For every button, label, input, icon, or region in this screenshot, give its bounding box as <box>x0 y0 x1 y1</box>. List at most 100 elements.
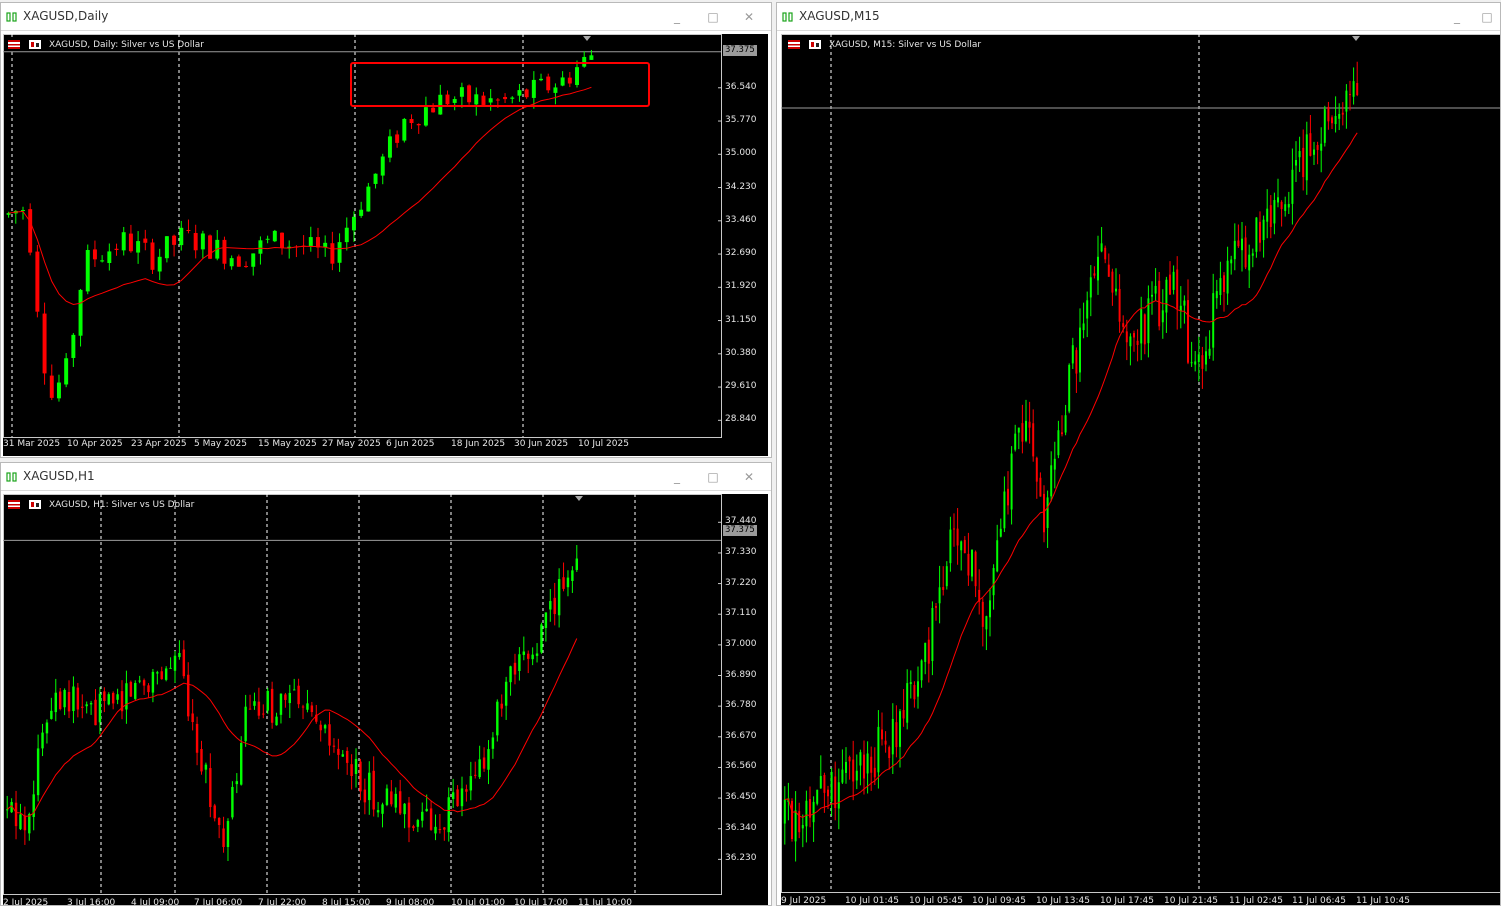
h1-candle-body <box>540 624 543 653</box>
close-button[interactable]: ✕ <box>735 467 763 487</box>
m15-candle-body <box>888 747 891 759</box>
h1-candle-body <box>412 826 415 829</box>
m15-candle-body <box>902 710 905 719</box>
m15-candle-body <box>881 729 883 740</box>
m15-candle-body <box>1316 144 1319 150</box>
price-chart-h1[interactable] <box>3 494 768 906</box>
h1-price-level-label: 36.780 <box>725 700 757 711</box>
m15-candle-body <box>942 587 945 590</box>
h1-candle-body <box>231 786 234 818</box>
chart-area-daily[interactable]: XAGUSD, Daily: Silver vs US Dollar 37.37… <box>3 34 768 456</box>
chart-window-m15[interactable]: XAGUSD,M15 _ □ XAGUSD, M15: Silver vs US… <box>776 2 1501 906</box>
daily-candle-body <box>280 232 284 248</box>
daily-candle-body <box>589 55 594 60</box>
chart-window-daily[interactable]: XAGUSD,Daily _ □ ✕ XAGUSD, Daily: Silver… <box>0 2 772 458</box>
h1-time-label: 7 Jul 22:00 <box>258 898 307 906</box>
m15-candle-body <box>1079 327 1081 373</box>
m15-candle-body <box>1176 269 1179 309</box>
m15-time-label: 10 Jul 13:45 <box>1036 896 1090 906</box>
h1-candle-body <box>341 754 344 757</box>
minimize-button[interactable]: _ <box>1443 7 1471 27</box>
m15-candle-body <box>985 616 988 630</box>
m15-candle-body <box>1154 285 1157 294</box>
chart-area-m15[interactable]: XAGUSD, M15: Silver vs US Dollar 9 Jul 2… <box>781 34 1501 906</box>
h1-candle-body <box>235 781 239 785</box>
daily-candle-body <box>402 118 407 141</box>
daily-time-label: 18 Jun 2025 <box>451 439 506 449</box>
chart-window-h1[interactable]: XAGUSD,H1 _ □ ✕ XAGUSD, H1: Silver vs US… <box>0 462 772 906</box>
m15-candle-body <box>1046 497 1049 528</box>
daily-time-label: 27 May 2025 <box>322 439 381 449</box>
m15-candle-body <box>1223 275 1225 292</box>
m15-candle-body <box>1097 256 1099 281</box>
h1-candle-body <box>376 810 380 813</box>
maximize-button[interactable]: □ <box>1473 7 1500 27</box>
chart-area-h1[interactable]: XAGUSD, H1: Silver vs US Dollar 37.375 3… <box>3 494 768 906</box>
daily-candle-body <box>409 119 414 124</box>
daily-candle-body <box>366 186 371 212</box>
h1-price-level-label: 36.340 <box>725 822 757 833</box>
daily-candle-body <box>251 253 256 267</box>
m15-candle-body <box>949 529 952 564</box>
m15-candle-body <box>1032 423 1035 457</box>
h1-price-level-label: 37.440 <box>725 516 757 527</box>
minimize-button[interactable]: _ <box>663 7 691 27</box>
symbol-chart-icon <box>29 500 41 509</box>
close-button[interactable]: ✕ <box>735 7 763 27</box>
m15-candle-body <box>1064 415 1067 433</box>
window-titlebar-daily[interactable]: XAGUSD,Daily _ □ ✕ <box>1 3 771 31</box>
daily-candle-body <box>445 94 450 105</box>
m15-candle-body <box>873 767 876 778</box>
symbol-chart-icon <box>29 40 41 49</box>
window-title: XAGUSD,Daily <box>23 9 109 23</box>
m15-candle-body <box>1215 291 1218 299</box>
h1-candle-body <box>390 791 393 805</box>
h1-candle-body <box>191 713 194 723</box>
m15-candle-body <box>877 726 880 773</box>
daily-candle-body <box>373 173 378 184</box>
h1-candle-body <box>350 764 353 777</box>
m15-candle-body <box>1233 240 1236 260</box>
h1-candle-body <box>354 758 358 774</box>
m15-candle-body <box>1190 362 1193 364</box>
daily-plot-border <box>3 34 722 438</box>
h1-candle-body <box>513 662 517 675</box>
m15-candle-body <box>1122 323 1125 327</box>
window-titlebar-m15[interactable]: XAGUSD,M15 _ □ <box>777 3 1500 31</box>
h1-candle-body <box>209 768 212 808</box>
daily-price-level-label: 31.150 <box>725 314 757 325</box>
m15-candle-body <box>1061 432 1063 435</box>
m15-candle-body <box>863 754 865 779</box>
maximize-button[interactable]: □ <box>699 7 727 27</box>
h1-time-label: 11 Jul 10:00 <box>578 898 632 906</box>
daily-candle-body <box>316 237 320 248</box>
m15-time-label: 10 Jul 17:45 <box>1100 896 1154 906</box>
price-chart-daily[interactable] <box>3 34 768 456</box>
m15-candle-body <box>1100 243 1103 252</box>
daily-candle-body <box>85 250 90 292</box>
daily-candle-body <box>539 78 544 81</box>
h1-candle-body <box>504 681 508 706</box>
m15-candle-body <box>1071 345 1074 364</box>
m15-candle-body <box>953 528 955 530</box>
m15-time-label: 10 Jul 01:45 <box>845 896 899 906</box>
h1-candle-body <box>496 701 499 736</box>
m15-moving-average-line <box>784 132 1358 818</box>
window-titlebar-h1[interactable]: XAGUSD,H1 _ □ ✕ <box>1 463 771 491</box>
minimize-button[interactable]: _ <box>663 467 691 487</box>
m15-candle-body <box>1158 280 1161 327</box>
h1-candle-body <box>164 668 168 680</box>
h1-candle-body <box>531 654 534 660</box>
m15-candle-body <box>1035 457 1038 482</box>
m15-candle-body <box>927 639 930 664</box>
m15-candle-body <box>1237 240 1240 247</box>
m15-candle-body <box>1259 221 1261 243</box>
m15-candle-body <box>1053 458 1056 470</box>
m15-candle-body <box>956 528 959 546</box>
maximize-button[interactable]: □ <box>699 467 727 487</box>
daily-candle-body <box>121 232 126 251</box>
h1-candle-body <box>275 716 278 726</box>
m15-candle-body <box>999 528 1002 537</box>
price-chart-m15[interactable] <box>781 34 1501 906</box>
daily-candle-body <box>531 79 536 98</box>
